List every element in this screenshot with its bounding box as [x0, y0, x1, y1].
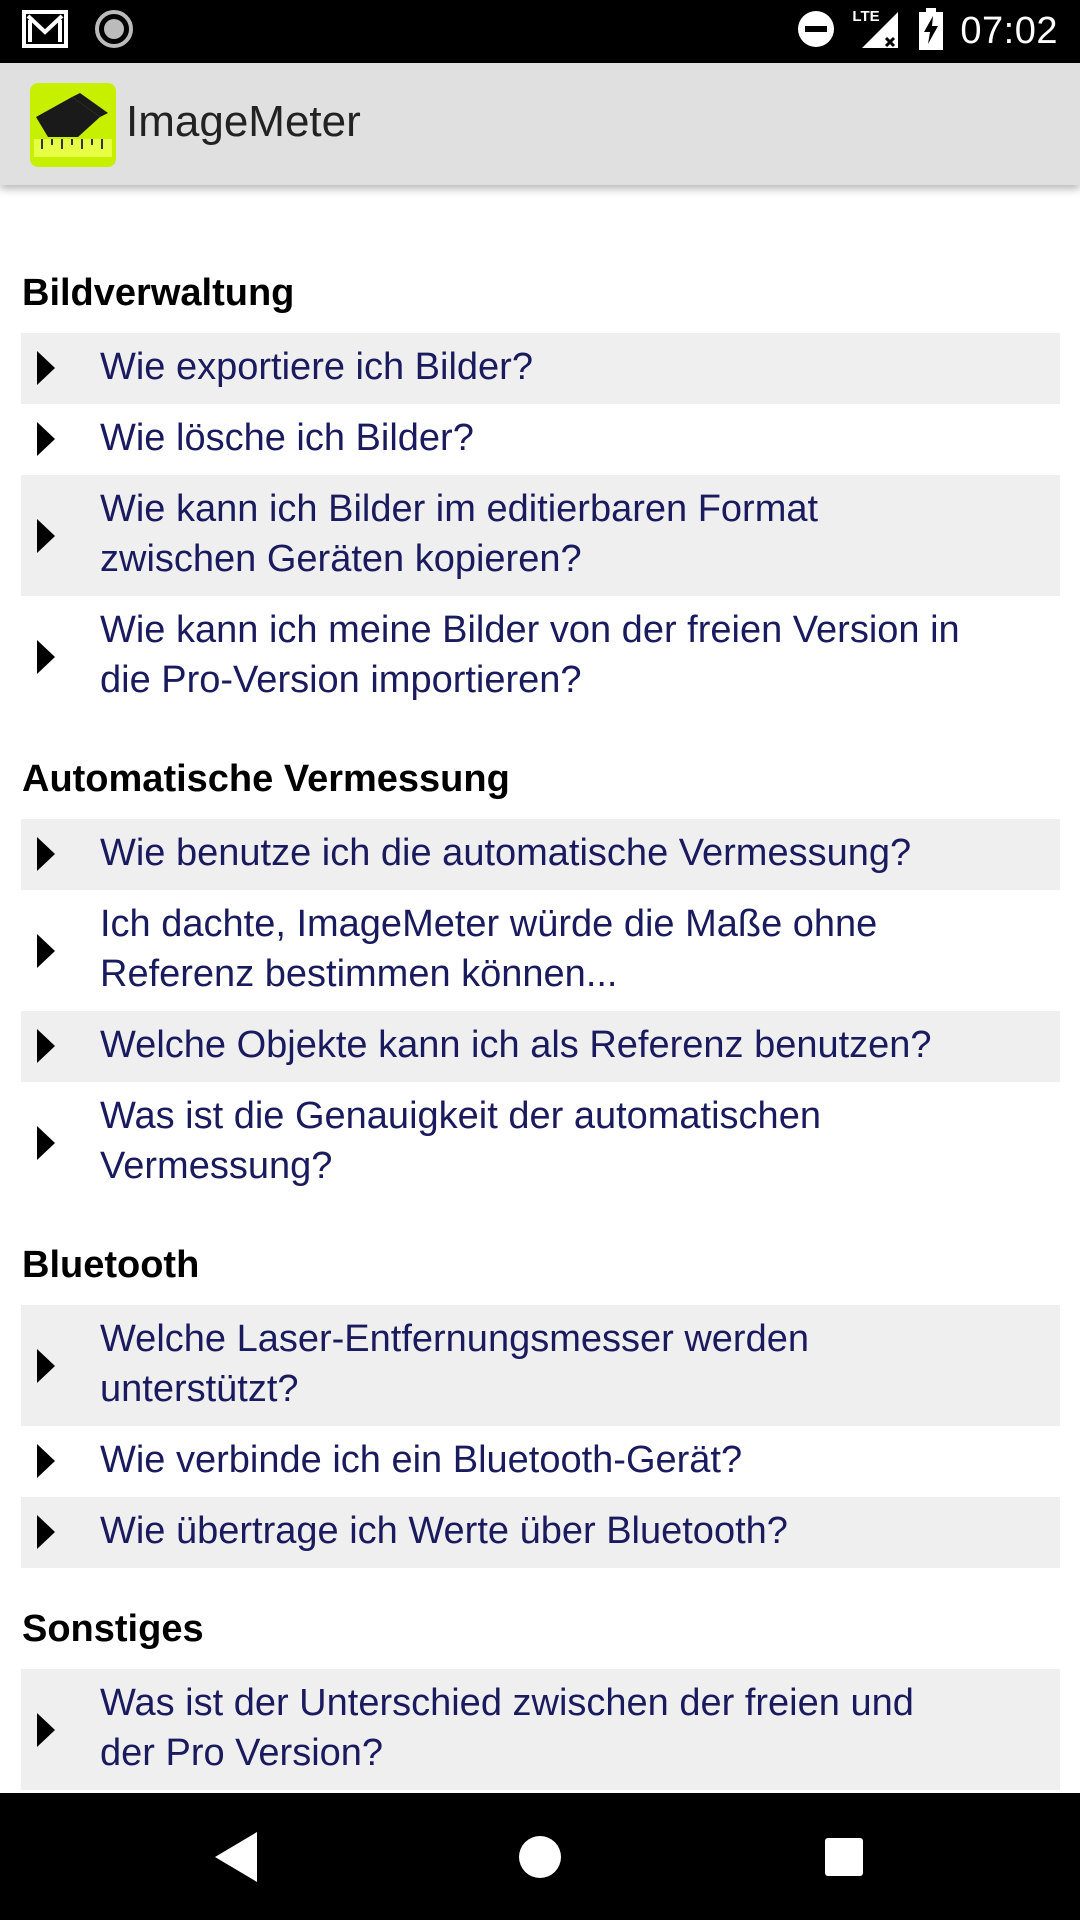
signal-icon: LTE	[852, 8, 902, 54]
expand-arrow-icon	[37, 1349, 55, 1383]
faq-item[interactable]: Welche Objekte kann ich als Referenz ben…	[21, 1011, 1060, 1082]
expand-arrow-icon	[37, 640, 55, 674]
faq-question-line: der Pro Version?	[100, 1732, 384, 1774]
expand-arrow-icon	[37, 1515, 55, 1549]
faq-question-line: die Pro-Version importieren?	[100, 659, 582, 701]
faq-question-line: Wie kann ich meine Bilder von der freien…	[100, 609, 960, 651]
section-title: Automatische Vermessung	[22, 758, 510, 800]
faq-question-line: Referenz bestimmen können...	[100, 953, 618, 995]
expand-arrow-icon	[37, 837, 55, 871]
faq-item[interactable]: Wie benutze ich die automatische Vermess…	[21, 819, 1060, 890]
faq-question-line: Vermessung?	[100, 1145, 333, 1187]
battery-charging-icon	[918, 7, 944, 55]
back-icon[interactable]	[198, 1819, 274, 1895]
faq-question-line: Wie übertrage ich Werte über Bluetooth?	[100, 1510, 788, 1552]
faq-item[interactable]: Welche Laser-Entfernungsmesser werden un…	[21, 1305, 1060, 1426]
expand-arrow-icon	[37, 422, 55, 456]
expand-arrow-icon	[37, 1126, 55, 1160]
status-bar: LTE 07:02	[0, 0, 1080, 63]
faq-question-line: Welche Objekte kann ich als Referenz ben…	[100, 1024, 932, 1066]
faq-item[interactable]: Ich dachte, ImageMeter würde die Maße oh…	[21, 890, 1060, 1011]
faq-question-line: zwischen Geräten kopieren?	[100, 538, 582, 580]
faq-question-line: Wie verbinde ich ein Bluetooth-Gerät?	[100, 1439, 743, 1481]
expand-arrow-icon	[37, 519, 55, 553]
section-title: Sonstiges	[22, 1608, 204, 1650]
gmail-icon	[22, 9, 68, 53]
record-icon	[94, 9, 134, 54]
faq-item[interactable]: Wie exportiere ich Bilder?	[21, 333, 1060, 404]
faq-question-line: Wie benutze ich die automatische Vermess…	[100, 832, 912, 874]
imagemeter-logo	[30, 83, 116, 167]
network-type-label: LTE	[852, 8, 880, 25]
home-icon[interactable]	[502, 1819, 578, 1895]
faq-question-line: Wie exportiere ich Bilder?	[100, 346, 533, 388]
do-not-disturb-icon	[796, 9, 836, 54]
section-title: Bildverwaltung	[22, 272, 295, 314]
faq-item[interactable]: Was ist die Genauigkeit der automatische…	[21, 1082, 1060, 1203]
faq-item[interactable]: Was ist der Unterschied zwischen der fre…	[21, 1669, 1060, 1790]
faq-question-line: Welche Laser-Entfernungsmesser werden	[100, 1318, 809, 1360]
faq-item[interactable]: Wie verbinde ich ein Bluetooth-Gerät?	[21, 1426, 1060, 1497]
faq-question-line: Was ist die Genauigkeit der automatische…	[100, 1095, 821, 1137]
faq-question-line: unterstützt?	[100, 1368, 299, 1410]
faq-question-line: Wie kann ich Bilder im editierbaren Form…	[100, 488, 819, 530]
app-title: ImageMeter	[126, 97, 361, 146]
faq-item[interactable]: Wie kann ich Bilder im editierbaren Form…	[21, 475, 1060, 596]
faq-question-line: Was ist der Unterschied zwischen der fre…	[100, 1682, 914, 1724]
expand-arrow-icon	[37, 1029, 55, 1063]
expand-arrow-icon	[37, 1713, 55, 1747]
faq-question-line: Wie lösche ich Bilder?	[100, 417, 474, 459]
app-bar: ImageMeter	[0, 63, 1080, 185]
section-title: Bluetooth	[22, 1244, 200, 1286]
expand-arrow-icon	[37, 934, 55, 968]
expand-arrow-icon	[37, 1444, 55, 1478]
recents-icon[interactable]	[806, 1819, 882, 1895]
status-time: 07:02	[960, 9, 1058, 52]
navigation-bar	[0, 1793, 1080, 1920]
faq-item[interactable]: Wie lösche ich Bilder?	[21, 404, 1060, 475]
faq-list[interactable]: Bildverwaltung Wie exportiere ich Bilder…	[0, 185, 1080, 1793]
faq-item[interactable]: Wie übertrage ich Werte über Bluetooth?	[21, 1497, 1060, 1568]
faq-item[interactable]: Wie kann ich meine Bilder von der freien…	[21, 596, 1060, 717]
expand-arrow-icon	[37, 351, 55, 385]
faq-question-line: Ich dachte, ImageMeter würde die Maße oh…	[100, 903, 878, 945]
